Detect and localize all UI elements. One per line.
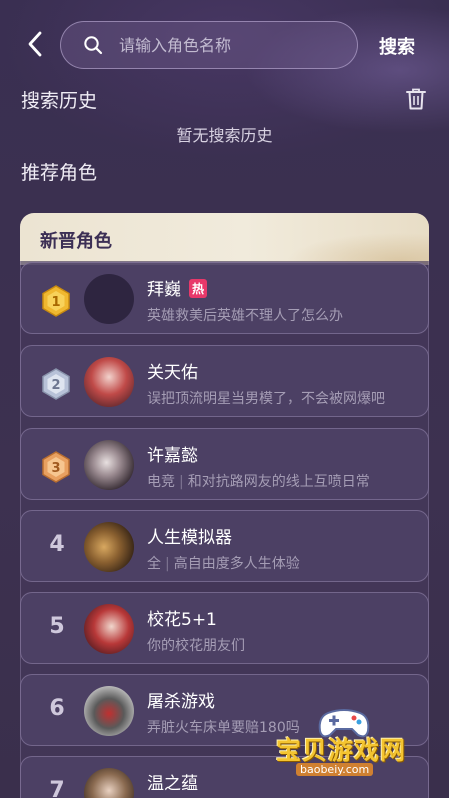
- list-item[interactable]: 5 校花5+1 你的校花朋友们: [20, 592, 429, 664]
- chevron-left-icon: [28, 31, 42, 57]
- bronze-medal-icon: 3: [42, 451, 70, 483]
- search-history-title: 搜索历史: [21, 90, 98, 112]
- character-name: 拜巍热: [147, 275, 208, 300]
- list-item[interactable]: 6 屠杀游戏 弄脏火车床单要赔180吗: [20, 674, 429, 746]
- list-item[interactable]: 3 许嘉懿 电竞 | 和对抗路网友的线上互喷日常: [20, 428, 429, 500]
- separator: |: [165, 556, 170, 572]
- search-box[interactable]: [60, 21, 358, 69]
- character-desc: 弄脏火车床单要赔180吗: [147, 720, 300, 736]
- list-item[interactable]: 7 温之蕴: [20, 756, 429, 798]
- avatar: [84, 357, 134, 407]
- recommend-title: 推荐角色: [21, 162, 98, 184]
- avatar: [84, 522, 134, 572]
- gold-medal-icon: 1: [42, 285, 70, 317]
- character-name: 人生模拟器: [147, 528, 232, 548]
- character-name: 温之蕴: [147, 774, 198, 794]
- separator: |: [179, 474, 184, 490]
- character-name: 关天佑: [147, 363, 198, 383]
- list-item[interactable]: 4 人生模拟器 全 | 高自由度多人生体验: [20, 510, 429, 582]
- silver-medal-icon: 2: [42, 368, 70, 400]
- rank-number: 6: [49, 696, 65, 721]
- rank-number: 4: [49, 532, 65, 557]
- character-desc: 误把顶流明星当男模了，不会被网爆吧: [147, 391, 385, 407]
- svg-text:1: 1: [51, 295, 60, 310]
- avatar: [84, 274, 134, 324]
- panel-title: 新晋角色: [40, 231, 112, 252]
- search-icon: [83, 34, 105, 56]
- search-button[interactable]: 搜索: [379, 33, 415, 59]
- svg-text:3: 3: [51, 461, 60, 476]
- character-name: 校花5+1: [147, 610, 217, 630]
- header: 搜索: [0, 18, 449, 72]
- avatar: [84, 686, 134, 736]
- character-desc: 你的校花朋友们: [147, 638, 245, 654]
- character-desc: 电竞 | 和对抗路网友的线上互喷日常: [147, 474, 370, 490]
- panel-header: 新晋角色: [20, 213, 429, 265]
- avatar: [84, 440, 134, 490]
- rank-number: 7: [49, 778, 65, 798]
- hot-badge: 热: [189, 279, 208, 298]
- avatar: [84, 768, 134, 798]
- list-item[interactable]: 2 关天佑 误把顶流明星当男模了，不会被网爆吧: [20, 345, 429, 417]
- trash-icon[interactable]: [405, 87, 427, 111]
- svg-text:2: 2: [51, 378, 60, 393]
- character-desc: 全 | 高自由度多人生体验: [147, 556, 300, 572]
- back-button[interactable]: [22, 30, 48, 58]
- history-empty-text: 暂无搜索历史: [176, 126, 273, 145]
- search-input[interactable]: [119, 35, 339, 55]
- list-item[interactable]: 1 拜巍热 英雄救美后英雄不理人了怎么办: [20, 262, 429, 334]
- rank-number: 5: [49, 614, 65, 639]
- character-name: 许嘉懿: [147, 446, 198, 466]
- panel-header-decoration: [229, 213, 429, 265]
- character-desc: 英雄救美后英雄不理人了怎么办: [147, 308, 343, 324]
- avatar: [84, 604, 134, 654]
- character-name: 屠杀游戏: [147, 692, 215, 712]
